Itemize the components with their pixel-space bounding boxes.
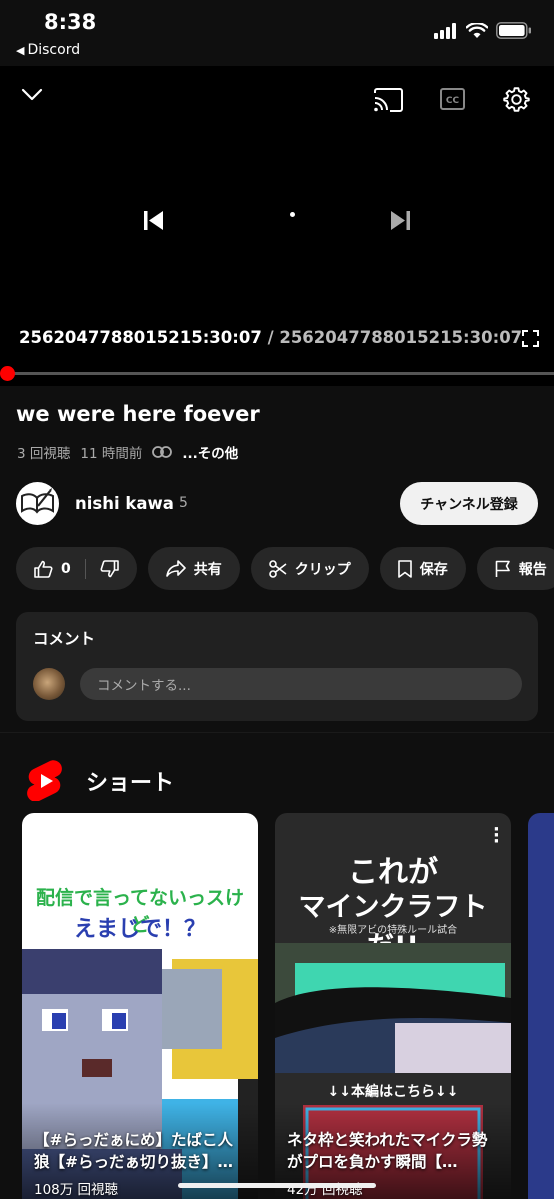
- short-views: 108万 回視聴: [34, 1182, 119, 1198]
- comments-panel[interactable]: コメント コメントする...: [16, 612, 538, 721]
- book-icon: [21, 488, 54, 514]
- scissors-icon: [268, 559, 287, 578]
- like-icon[interactable]: [34, 560, 53, 578]
- wifi-icon: [466, 22, 488, 38]
- back-to-app-link[interactable]: ◀ Discord: [16, 42, 80, 58]
- next-icon[interactable]: [390, 211, 410, 230]
- action-bar: 0 共有 クリップ 保存 報告: [16, 547, 554, 590]
- clip-button[interactable]: クリップ: [250, 547, 369, 590]
- report-label: 報告: [518, 561, 547, 578]
- card-menu-icon[interactable]: · · ·: [240, 821, 247, 851]
- flag-icon: [495, 560, 510, 577]
- save-label: 保存: [419, 561, 448, 578]
- short-card[interactable]: これが マインクラフトだ!! ※無限アビの特殊ルール試合 ↓↓本編はこちら↓↓ …: [275, 813, 511, 1199]
- like-count: 0: [61, 560, 71, 577]
- video-title[interactable]: we were here foever: [16, 402, 260, 426]
- short-title: ネタ枠と笑われたマイクラ勢がプロを負かす瞬間【…: [287, 1131, 488, 1171]
- scrubber-handle[interactable]: [0, 366, 15, 381]
- battery-icon: [496, 22, 531, 39]
- dislike-icon[interactable]: [100, 559, 119, 578]
- short-card-partial[interactable]: [528, 813, 554, 1199]
- more-link[interactable]: ...その他: [182, 442, 238, 462]
- short-views: 42万 回視聴: [287, 1182, 363, 1198]
- short-thumb-caption: えまじで！？: [73, 917, 206, 942]
- channel-name[interactable]: nishi kawa: [75, 494, 174, 513]
- comments-header: コメント: [33, 630, 96, 648]
- card-menu-icon[interactable]: · · ·: [493, 821, 500, 851]
- share-icon: [165, 560, 186, 577]
- comment-input[interactable]: コメントする...: [80, 668, 522, 700]
- loading-indicator: [290, 212, 295, 217]
- back-app-label: Discord: [27, 42, 81, 58]
- short-thumb-caption: ↓↓本編はこちら↓↓: [327, 1084, 459, 1100]
- signal-icon: [434, 22, 456, 39]
- shorts-logo-icon: [27, 760, 62, 801]
- short-thumb-caption: ※無限アビの特殊ルール試合: [328, 925, 458, 936]
- fullscreen-icon[interactable]: [522, 330, 539, 347]
- subscribe-button[interactable]: チャンネル登録: [400, 482, 538, 525]
- link-icon: [152, 446, 173, 458]
- user-avatar: [33, 668, 65, 700]
- minimize-chevron-icon[interactable]: [21, 88, 43, 102]
- captions-icon[interactable]: CC: [440, 88, 465, 110]
- clip-label: クリップ: [294, 561, 351, 578]
- shorts-section-title: ショート: [86, 771, 175, 796]
- view-count: 3 回視聴: [17, 446, 71, 462]
- save-button[interactable]: 保存: [379, 547, 466, 590]
- video-player[interactable]: CC 2562047788015215:30:07 / 256204778801…: [0, 66, 554, 386]
- share-label: 共有: [193, 561, 222, 578]
- previous-icon[interactable]: [144, 211, 164, 230]
- upload-age: 11 時間前: [80, 446, 143, 462]
- short-thumbnail-art: [275, 943, 511, 1073]
- cast-icon[interactable]: [374, 88, 403, 112]
- time-separator: /: [267, 328, 274, 347]
- status-time: 8:38: [44, 10, 97, 34]
- status-bar: 8:38 ◀ Discord: [0, 0, 554, 66]
- settings-gear-icon[interactable]: [503, 86, 530, 113]
- like-dislike-chip: 0: [16, 547, 137, 590]
- bookmark-icon: [397, 559, 412, 578]
- share-button[interactable]: 共有: [147, 547, 240, 590]
- status-icons: [434, 22, 532, 39]
- duration: 2562047788015215:30:07: [279, 328, 523, 347]
- video-meta[interactable]: 3 回視聴 11 時間前 ...その他: [17, 442, 238, 462]
- channel-avatar[interactable]: [16, 482, 59, 525]
- current-time: 2562047788015215:30:07: [19, 328, 262, 347]
- progress-bar[interactable]: [8, 372, 554, 375]
- report-button[interactable]: 報告: [476, 547, 554, 590]
- like-divider: [84, 558, 86, 579]
- time-readout: 2562047788015215:30:07 / 256204778801521…: [19, 328, 522, 347]
- channel-row: nishi kawa 5 チャンネル登録: [16, 482, 538, 526]
- short-card[interactable]: 配信で言ってないっスけど えまじで！？ · · · 【#らっだぁにめ】たばこ人狼【#…: [22, 813, 258, 1199]
- shorts-section: ショート 配信で言ってないっスけど えまじで！？ · · · 【#らっだぁにめ】たば…: [0, 732, 554, 1199]
- back-triangle-icon: ◀: [16, 44, 25, 57]
- subscriber-count: 5: [179, 495, 188, 511]
- svg-text:CC: CC: [446, 96, 460, 106]
- home-indicator: [178, 1183, 376, 1188]
- short-title: 【#らっだぁにめ】たばこ人狼【#らっだぁ切り抜き】…: [34, 1131, 233, 1171]
